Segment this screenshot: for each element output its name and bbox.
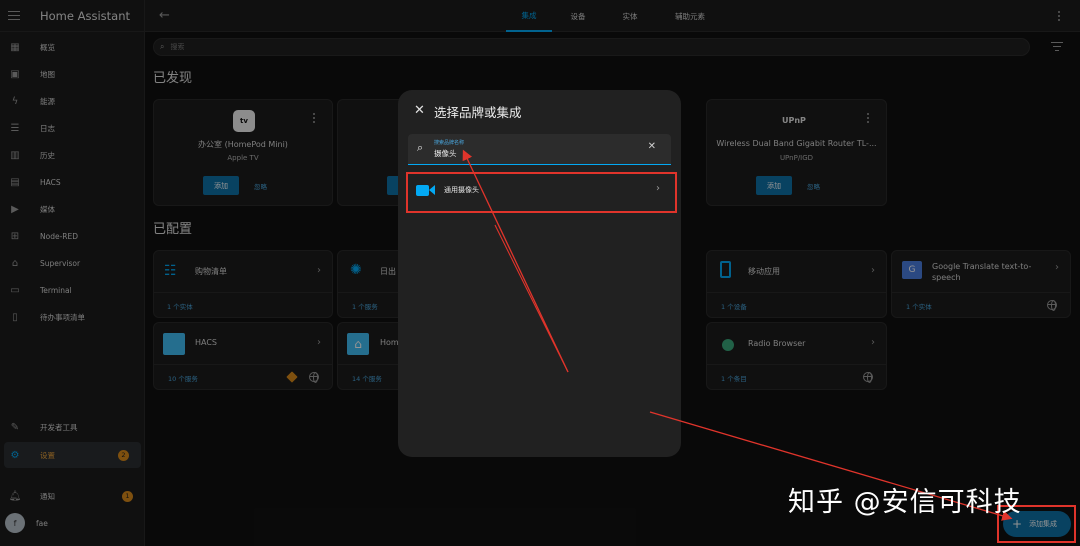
arrow-tail <box>494 224 569 373</box>
arrow-to-search <box>462 149 569 373</box>
annotation-arrows <box>462 149 1013 521</box>
watermark: 知乎 @安信可科技 <box>788 487 1022 518</box>
